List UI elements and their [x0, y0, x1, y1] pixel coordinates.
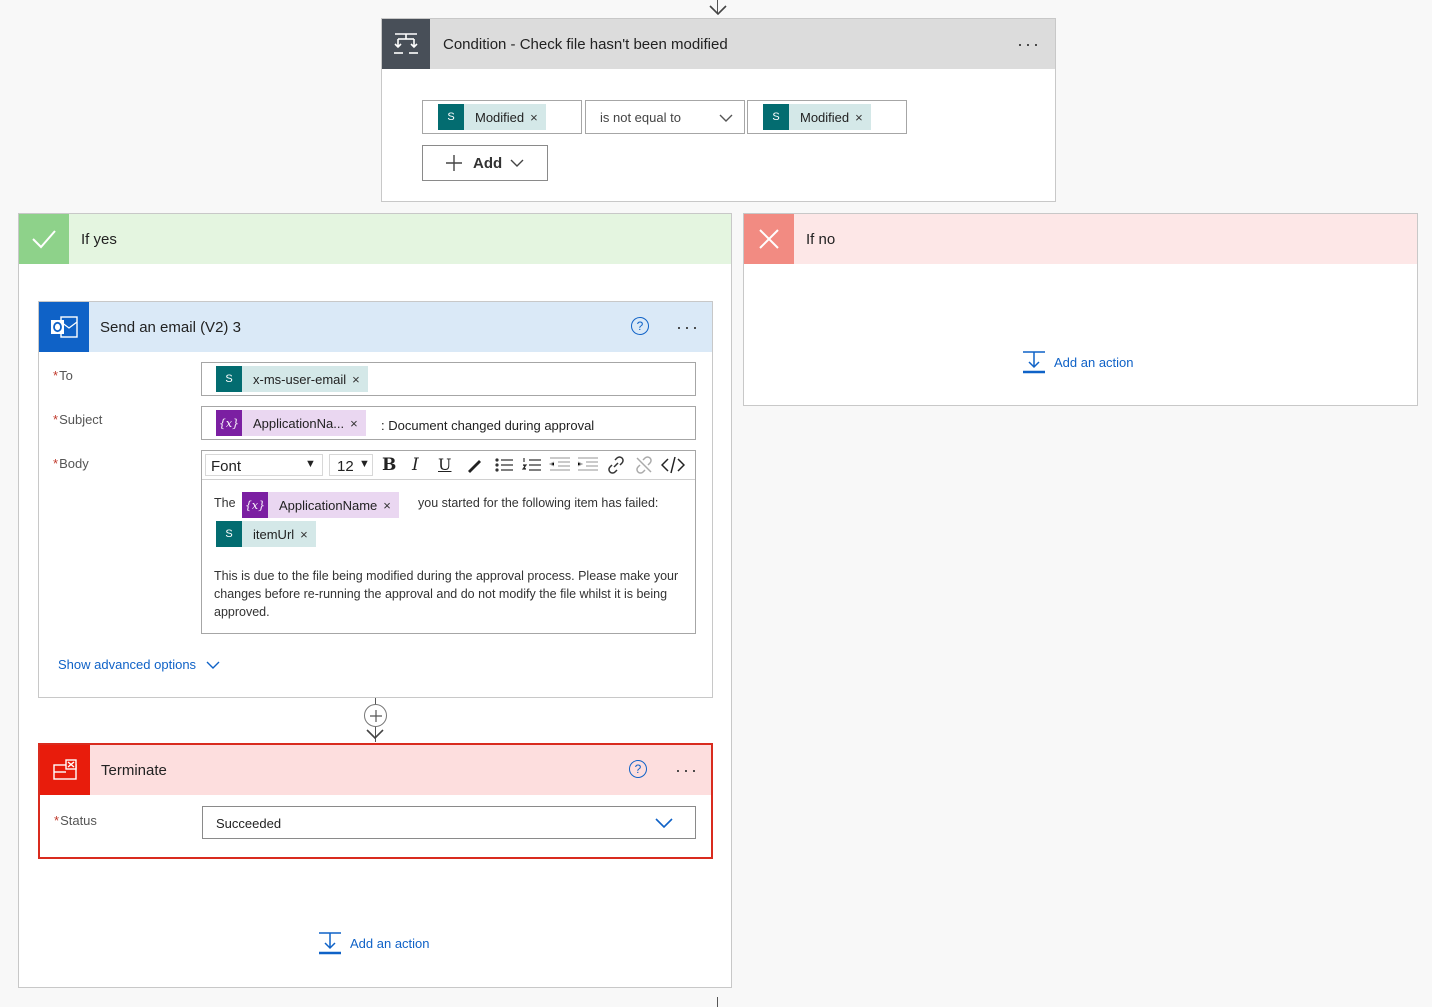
terminate-title: Terminate — [101, 761, 167, 779]
terminate-header[interactable]: Terminate ? ··· — [40, 745, 711, 795]
body-prefix-text: The — [214, 496, 236, 510]
body-paragraph: This is due to the file being modified d… — [214, 569, 679, 619]
sharepoint-icon: S — [438, 104, 464, 130]
token-application-name-body[interactable]: {x} ApplicationName × — [242, 492, 399, 518]
to-label: *To — [53, 368, 73, 383]
condition-left-operand[interactable]: S Modified × — [422, 100, 582, 134]
show-advanced-options-link[interactable]: Show advanced options — [58, 657, 220, 672]
subject-field[interactable]: {x} ApplicationNa... × : Document change… — [201, 406, 696, 440]
arrow-down-icon — [709, 5, 727, 16]
link-icon[interactable] — [606, 455, 626, 475]
remove-token-icon[interactable]: × — [352, 372, 368, 387]
chevron-down-icon — [510, 159, 524, 167]
send-email-title: Send an email (V2) 3 — [100, 318, 241, 336]
chevron-down-icon — [655, 818, 673, 829]
plus-icon — [446, 155, 462, 171]
more-options-icon[interactable]: ··· — [675, 761, 699, 779]
if-no-header[interactable]: If no — [744, 214, 1417, 264]
caret-down-icon: ▼ — [305, 458, 316, 470]
italic-icon[interactable]: I — [412, 455, 419, 475]
increase-indent-icon[interactable] — [577, 456, 599, 474]
help-icon[interactable]: ? — [629, 760, 647, 778]
bottom-connector — [717, 997, 718, 1007]
condition-header[interactable]: Condition - Check file hasn't been modif… — [382, 19, 1055, 69]
variable-icon: {x} — [216, 410, 242, 436]
condition-card: Condition - Check file hasn't been modif… — [381, 18, 1056, 202]
condition-right-operand[interactable]: S Modified × — [747, 100, 907, 134]
terminate-icon — [40, 745, 90, 795]
more-options-icon[interactable]: ··· — [1017, 35, 1041, 53]
rich-text-toolbar: Font ▼ 12 ▼ B I U — [202, 451, 695, 480]
to-field[interactable]: S x-ms-user-email × — [201, 362, 696, 396]
more-options-icon[interactable]: ··· — [676, 318, 700, 336]
condition-icon — [382, 19, 430, 69]
arrow-down-icon — [366, 729, 384, 740]
bulleted-list-icon[interactable] — [494, 456, 514, 474]
send-email-header[interactable]: Send an email (V2) 3 ? ··· — [39, 302, 712, 352]
sharepoint-icon: S — [763, 104, 789, 130]
add-an-action-button-yes[interactable]: Add an action — [318, 931, 430, 955]
checkmark-icon — [19, 214, 69, 264]
token-item-url[interactable]: S itemUrl × — [216, 521, 316, 547]
sharepoint-icon: S — [216, 366, 242, 392]
status-label: *Status — [54, 813, 97, 828]
remove-token-icon[interactable]: × — [300, 527, 316, 542]
variable-icon: {x} — [242, 492, 268, 518]
if-no-label: If no — [806, 230, 836, 248]
code-view-icon[interactable] — [661, 455, 685, 475]
decrease-indent-icon[interactable] — [549, 456, 571, 474]
add-action-icon — [1023, 351, 1045, 374]
close-icon — [744, 214, 794, 264]
terminate-card: Terminate ? ··· *Status Succeeded — [38, 743, 713, 859]
token-application-name[interactable]: {x} ApplicationNa... × — [216, 410, 366, 436]
sharepoint-icon: S — [216, 521, 242, 547]
body-editor[interactable]: Font ▼ 12 ▼ B I U The {x} ApplicationNam… — [201, 450, 696, 634]
plus-icon — [369, 709, 382, 722]
body-mid-text: you started for the following item has f… — [418, 496, 659, 510]
font-size-select[interactable]: 12 ▼ — [329, 454, 373, 476]
remove-token-icon[interactable]: × — [350, 416, 366, 431]
remove-token-icon[interactable]: × — [383, 498, 399, 513]
status-select[interactable]: Succeeded — [202, 806, 696, 839]
subject-label: *Subject — [53, 412, 103, 427]
remove-token-icon[interactable]: × — [530, 110, 546, 125]
help-icon[interactable]: ? — [631, 317, 649, 335]
outlook-icon — [39, 302, 89, 352]
caret-down-icon: ▼ — [359, 458, 370, 470]
chevron-down-icon — [719, 114, 733, 122]
send-email-card: Send an email (V2) 3 ? ··· *To S x-ms-us… — [38, 301, 713, 698]
numbered-list-icon[interactable] — [522, 456, 542, 474]
if-yes-label: If yes — [81, 230, 117, 248]
token-modified-right[interactable]: S Modified × — [763, 104, 871, 130]
font-select[interactable]: Font ▼ — [205, 454, 323, 476]
subject-suffix-text: : Document changed during approval — [381, 418, 595, 433]
if-no-branch: If no Add an action — [743, 213, 1418, 406]
remove-token-icon[interactable]: × — [855, 110, 871, 125]
if-yes-header[interactable]: If yes — [19, 214, 731, 264]
body-label: *Body — [53, 456, 89, 471]
chevron-down-icon — [206, 661, 220, 669]
condition-title: Condition - Check file hasn't been modif… — [443, 35, 728, 53]
insert-step-button[interactable] — [364, 704, 387, 727]
token-user-email[interactable]: S x-ms-user-email × — [216, 366, 368, 392]
add-an-action-button-no[interactable]: Add an action — [1022, 350, 1134, 374]
unlink-icon[interactable] — [634, 455, 654, 475]
bold-icon[interactable]: B — [382, 455, 396, 475]
underline-icon[interactable]: U — [438, 455, 451, 474]
token-modified-left[interactable]: S Modified × — [438, 104, 546, 130]
add-action-icon — [319, 932, 341, 955]
condition-operator-select[interactable]: is not equal to — [585, 100, 745, 134]
highlight-pen-icon[interactable] — [465, 456, 483, 474]
add-condition-button[interactable]: Add — [422, 145, 548, 181]
